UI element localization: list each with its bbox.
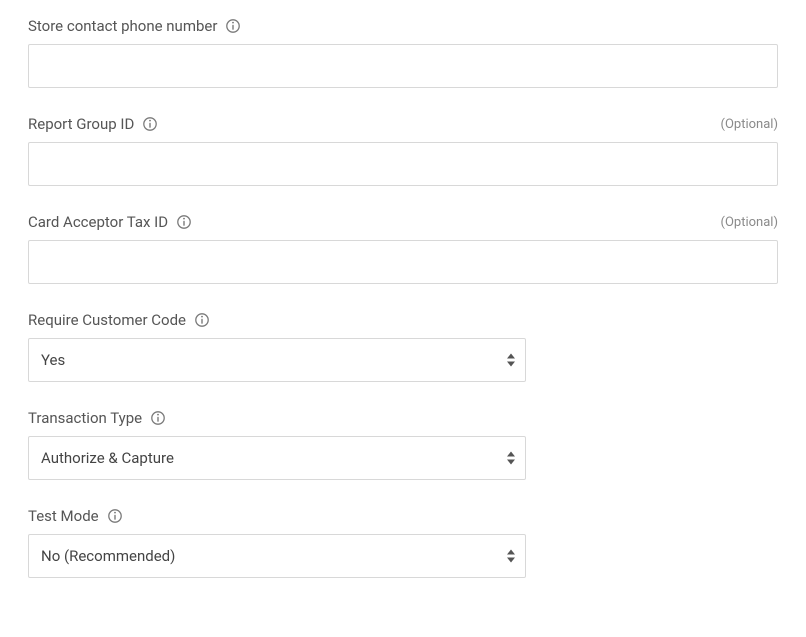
label-row: Report Group ID (Optional) — [28, 116, 778, 132]
label-row: Require Customer Code — [28, 312, 778, 328]
field-require-customer-code: Require Customer Code Yes Yes — [28, 312, 778, 382]
field-test-mode: Test Mode No (Recommended) No (Recommend… — [28, 508, 778, 578]
label-left: Test Mode — [28, 508, 123, 524]
card-acceptor-tax-id-label: Card Acceptor Tax ID — [28, 215, 168, 230]
info-icon[interactable] — [176, 214, 192, 230]
field-report-group-id: Report Group ID (Optional) — [28, 116, 778, 186]
test-mode-label: Test Mode — [28, 509, 99, 524]
info-icon[interactable] — [107, 508, 123, 524]
label-left: Require Customer Code — [28, 312, 210, 328]
info-icon[interactable] — [142, 116, 158, 132]
phone-label: Store contact phone number — [28, 19, 217, 34]
label-left: Transaction Type — [28, 410, 166, 426]
optional-tag: (Optional) — [721, 117, 778, 132]
info-icon[interactable] — [150, 410, 166, 426]
transaction-type-label: Transaction Type — [28, 411, 142, 426]
label-left: Store contact phone number — [28, 18, 241, 34]
field-card-acceptor-tax-id: Card Acceptor Tax ID (Optional) — [28, 214, 778, 284]
card-acceptor-tax-id-input[interactable] — [28, 240, 778, 284]
transaction-type-select[interactable]: Authorize & Capture Authorize & Capture — [28, 436, 526, 480]
phone-input[interactable] — [28, 44, 778, 88]
require-customer-code-select[interactable]: Yes Yes — [28, 338, 526, 382]
label-row: Test Mode — [28, 508, 778, 524]
label-left: Report Group ID — [28, 116, 158, 132]
label-row: Card Acceptor Tax ID (Optional) — [28, 214, 778, 230]
test-mode-select[interactable]: No (Recommended) No (Recommended) — [28, 534, 526, 578]
require-customer-code-label: Require Customer Code — [28, 313, 186, 328]
label-row: Store contact phone number — [28, 18, 778, 34]
field-transaction-type: Transaction Type Authorize & Capture Aut… — [28, 410, 778, 480]
report-group-input[interactable] — [28, 142, 778, 186]
label-row: Transaction Type — [28, 410, 778, 426]
optional-tag: (Optional) — [721, 215, 778, 230]
field-store-contact-phone: Store contact phone number — [28, 18, 778, 88]
report-group-label: Report Group ID — [28, 117, 134, 132]
info-icon[interactable] — [194, 312, 210, 328]
label-left: Card Acceptor Tax ID — [28, 214, 192, 230]
info-icon[interactable] — [225, 18, 241, 34]
